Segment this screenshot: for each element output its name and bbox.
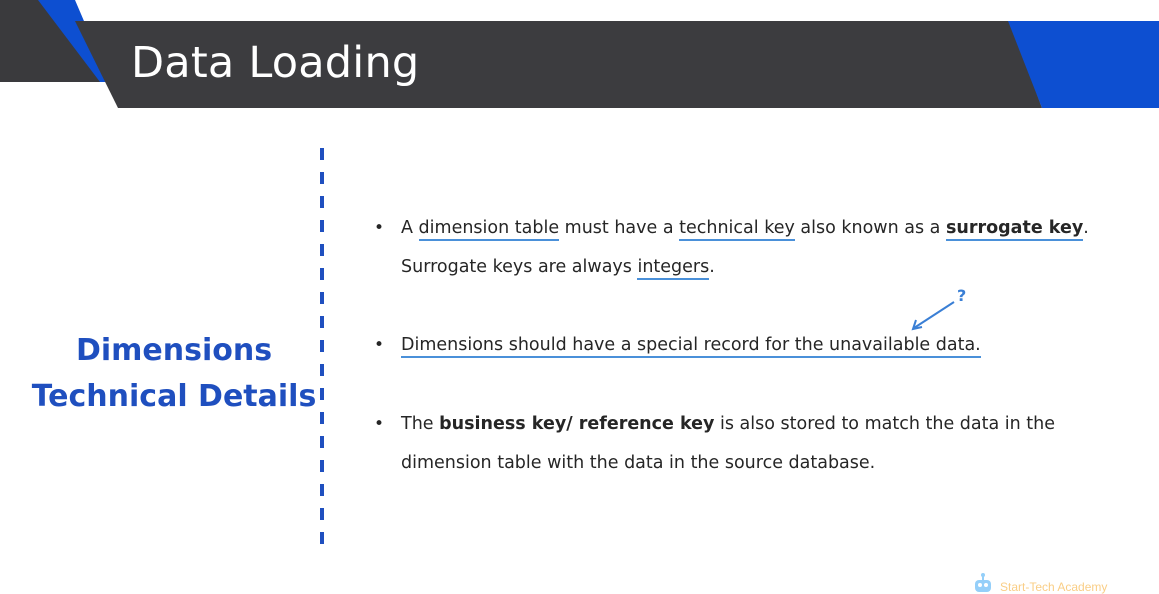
text-run: . bbox=[709, 257, 715, 277]
bullet-text: A dimension table must have a technical … bbox=[401, 209, 1091, 287]
text-run: The bbox=[401, 414, 440, 434]
bullet-item-business-key: • The business key/ reference key is als… bbox=[374, 405, 1094, 483]
section-heading-line2: Technical Details bbox=[31, 379, 317, 414]
text-run: . bbox=[1083, 218, 1089, 238]
bullet-dot: • bbox=[374, 335, 385, 355]
academy-logo: Start-Tech Academy bbox=[966, 572, 1116, 594]
question-annotation: ? bbox=[908, 284, 972, 334]
arrow-icon: ? bbox=[911, 286, 966, 331]
text-run: Surrogate keys are always bbox=[401, 257, 638, 277]
section-heading-line1: Dimensions bbox=[75, 333, 273, 368]
question-mark: ? bbox=[957, 286, 966, 305]
slide-title: Data Loading bbox=[131, 38, 420, 88]
robot-icon bbox=[975, 573, 991, 592]
bullet-item-special-record: • Dimensions should have a special recor… bbox=[374, 326, 1094, 365]
text-run: must have a bbox=[559, 218, 680, 238]
highlight-surrogate-key: surrogate key bbox=[945, 218, 1084, 241]
bullet-text: The business key/ reference key is also … bbox=[401, 405, 1091, 483]
text-run: A bbox=[401, 218, 419, 238]
highlight-technical-key: technical key bbox=[679, 218, 795, 241]
text-run: also known as a bbox=[794, 218, 946, 238]
dashed-divider bbox=[320, 148, 324, 544]
bullet-text: Dimensions should have a special record … bbox=[401, 326, 1091, 365]
bullet-dot: • bbox=[374, 414, 385, 434]
highlight-special-record: Dimensions should have a special record … bbox=[401, 335, 981, 358]
bold-business-key: business key/ reference key bbox=[439, 414, 715, 434]
bullet-dot: • bbox=[374, 218, 385, 238]
highlight-integers: integers bbox=[637, 257, 710, 280]
section-heading: Dimensions Technical Details bbox=[28, 328, 320, 420]
highlight-dimension-table: dimension table bbox=[418, 218, 560, 241]
bullet-item-surrogate-key: • A dimension table must have a technica… bbox=[374, 209, 1094, 287]
